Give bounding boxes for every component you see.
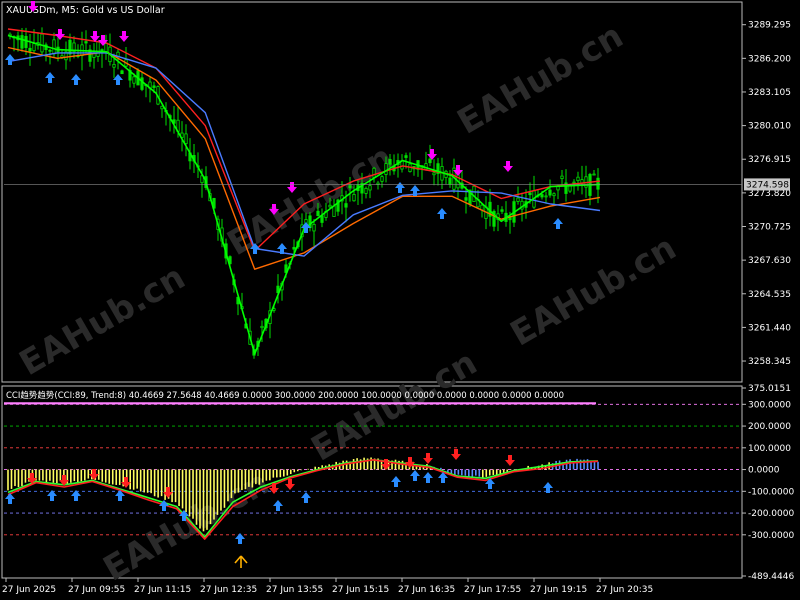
candle-body: [368, 185, 372, 191]
ind-tick-label: -489.4446: [748, 572, 794, 582]
candle-body: [352, 194, 356, 202]
time-tick-label: 27 Jun 20:35: [596, 585, 653, 595]
time-tick-label: 27 Jun 11:15: [134, 585, 191, 595]
price-tick-label: 3258.345: [748, 357, 791, 367]
candle-body: [84, 41, 88, 44]
candle-body: [380, 176, 384, 182]
candle-body: [548, 189, 552, 196]
price-tick-label: 3270.725: [748, 223, 791, 233]
candle-body: [120, 70, 124, 75]
candle-body: [432, 172, 436, 176]
candle-body: [388, 159, 392, 165]
ind-tick-label: 100.0000: [748, 444, 791, 454]
time-tick-label: 27 Jun 15:15: [332, 585, 389, 595]
candle-body: [112, 63, 116, 68]
price-tick-label: 3283.105: [748, 88, 791, 98]
candle-body: [32, 43, 36, 52]
candle-body: [472, 185, 476, 202]
price-tick-label: 3280.010: [748, 122, 791, 132]
candle-body: [544, 195, 548, 198]
candle-body: [48, 49, 52, 52]
time-tick-label: 27 Jun 12:35: [200, 585, 257, 595]
candle-body: [592, 173, 596, 176]
candle-body: [364, 187, 368, 194]
candle-body: [516, 197, 520, 202]
candle-body: [320, 215, 324, 223]
candle-body: [404, 155, 408, 158]
ind-tick-label: 0.0000: [748, 466, 780, 476]
candle-body: [528, 192, 532, 196]
price-tick-label: 3267.630: [748, 256, 791, 266]
price-tick-label: 3264.535: [748, 290, 791, 300]
candle-body: [312, 224, 316, 232]
candle-body: [260, 325, 264, 329]
candle-body: [552, 193, 556, 197]
candle-body: [332, 205, 336, 217]
candle-body: [40, 33, 44, 53]
candle-body: [384, 163, 388, 175]
candle-body: [328, 204, 332, 208]
candle-body: [568, 185, 572, 192]
ind-tick-label: -100.0000: [748, 487, 794, 497]
candle-body: [448, 177, 452, 185]
price-tick-label: 3276.915: [748, 155, 791, 165]
candle-body: [184, 133, 188, 144]
ind-tick-label: 200.0000: [748, 422, 791, 432]
price-tick-label: 3289.295: [748, 21, 791, 31]
candle-body: [68, 39, 72, 55]
time-tick-label: 27 Jun 13:55: [266, 585, 323, 595]
time-axis: 27 Jun 2025 27 Jun 09:55 27 Jun 11:15 27 Ju…: [2, 578, 653, 595]
candle-body: [96, 41, 100, 57]
candle-body: [140, 77, 144, 90]
candle-body: [28, 47, 32, 52]
ind-tick-label: 300.0000: [748, 400, 791, 410]
candle-body: [464, 197, 468, 201]
time-tick-label: 27 Jun 17:55: [464, 585, 521, 595]
candle-body: [152, 85, 156, 88]
candle-body: [560, 175, 564, 179]
time-tick-label: 27 Jun 09:55: [68, 585, 125, 595]
candle-body: [572, 181, 576, 184]
indicator-axis: 375.0151 300.0000 200.0000 100.0000 0.0000 -1…: [742, 384, 794, 582]
price-tick-label: 3286.200: [748, 54, 791, 64]
candle-body: [52, 39, 56, 55]
time-tick-label: 27 Jun 16:35: [398, 585, 455, 595]
candle-body: [428, 158, 432, 164]
candle-body: [20, 35, 24, 49]
ind-tick-label: 375.0151: [748, 384, 791, 394]
candle-body: [500, 209, 504, 212]
candle-body: [348, 185, 352, 189]
current-price-label: 3274.598: [746, 180, 789, 190]
chart-canvas[interactable]: EAHub.cn EAHub.cn EAHub.cn EAHub.cn EAHu…: [0, 0, 800, 600]
candle-body: [292, 246, 296, 250]
candle-body: [316, 210, 320, 216]
time-tick-label: 27 Jun 2025: [2, 585, 56, 595]
ind-tick-label: -200.0000: [748, 509, 794, 519]
candle-body: [344, 203, 348, 208]
candle-body: [576, 176, 580, 182]
candle-body: [132, 76, 136, 84]
price-tick-label: 3261.440: [748, 323, 791, 333]
candle-body: [372, 167, 376, 178]
price-axis: 3289.295 3286.200 3283.105 3280.010 3276.915…: [742, 21, 791, 367]
time-tick-label: 27 Jun 19:15: [530, 585, 587, 595]
candle-body: [540, 194, 544, 198]
ind-tick-label: -300.0000: [748, 531, 794, 541]
indicator-title: CCI趋势趋势(CCI:89, Trend:8) 40.4669 27.5648…: [6, 390, 564, 401]
candle-body: [24, 35, 28, 48]
